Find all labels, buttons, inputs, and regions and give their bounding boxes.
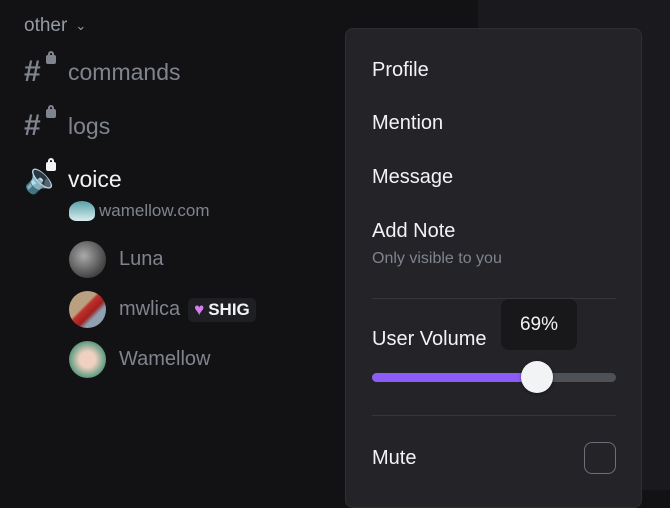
channel-logs[interactable]: # logs [24,105,111,141]
category-other[interactable]: other ⌄ [24,15,86,37]
channel-label: voice [68,165,122,192]
locked-voice-channel-icon: 🔈 [24,158,62,195]
channel-voice[interactable]: 🔈 voice [24,158,122,195]
avatar [69,241,106,278]
user-name: mwlica [119,298,181,320]
menu-item-add-note[interactable]: Add Note [372,220,455,243]
bot-emoji-icon [69,201,95,221]
voice-user-mwlica[interactable]: mwlica ♥ SHIG [69,291,256,328]
divider [372,298,616,299]
volume-tooltip: 69% [501,299,577,350]
user-context-menu: Profile Mention Message Add Note Only vi… [345,28,642,508]
channel-commands[interactable]: # commands [24,51,181,87]
user-name: Wamellow [119,348,211,370]
purple-heart-icon: ♥ [194,299,205,319]
menu-item-message[interactable]: Message [372,166,453,189]
user-volume-slider[interactable] [372,361,616,393]
guild-tag-text: SHIG [208,299,250,319]
channel-label: logs [68,112,111,139]
slider-fill [372,373,538,382]
menu-item-mention[interactable]: Mention [372,112,443,135]
note-hint: Only visible to you [372,250,502,267]
mute-checkbox[interactable] [584,442,616,474]
divider [372,415,616,416]
avatar [69,341,106,378]
avatar [69,291,106,328]
voice-status: wamellow.com [69,201,210,221]
locked-text-channel-icon: # [24,105,58,141]
voice-user-wamellow[interactable]: Wamellow [69,341,211,378]
mute-label: Mute [372,447,417,469]
voice-status-text: wamellow.com [99,201,210,220]
menu-item-profile[interactable]: Profile [372,59,429,82]
voice-user-luna[interactable]: Luna [69,241,164,278]
slider-thumb[interactable] [521,361,554,393]
user-name: Luna [119,248,164,270]
category-label: other [24,15,68,36]
user-volume-label: User Volume [372,328,487,350]
locked-text-channel-icon: # [24,51,58,87]
chevron-down-icon: ⌄ [75,18,87,33]
guild-tag[interactable]: ♥ SHIG [188,297,256,322]
channel-label: commands [68,58,181,85]
